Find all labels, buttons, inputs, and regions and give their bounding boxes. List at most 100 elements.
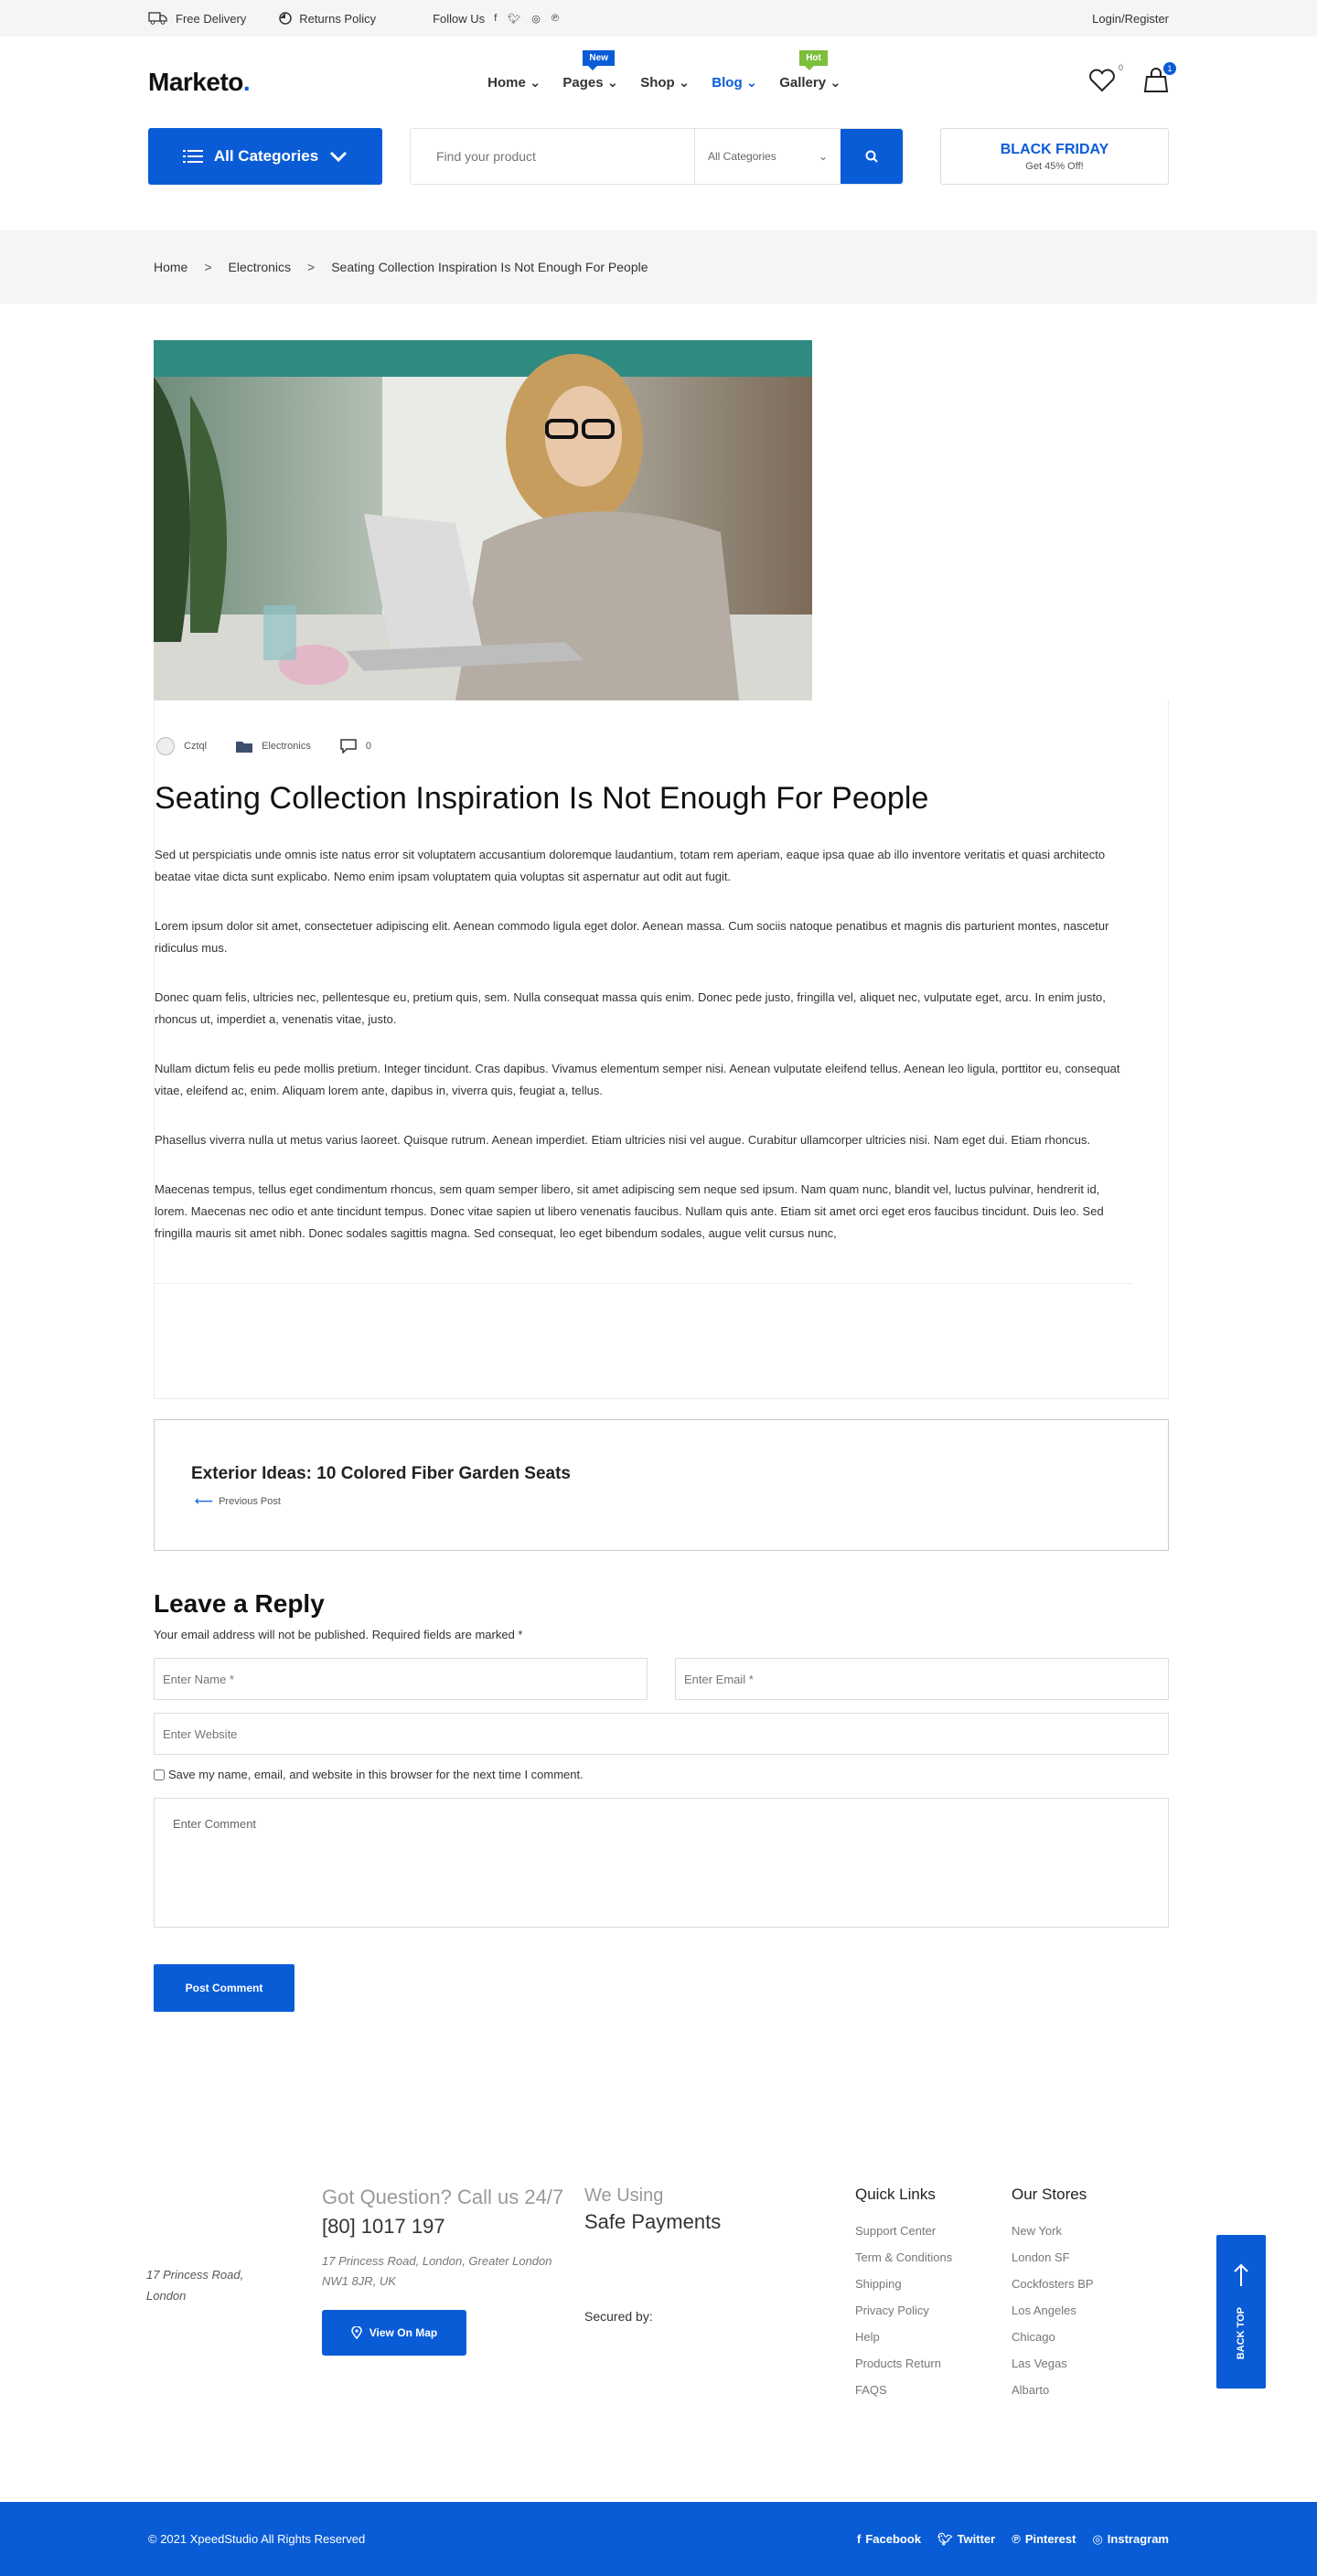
comment-field[interactable]: Enter Comment [154, 1798, 1169, 1928]
footer-link[interactable]: Products Return [855, 2357, 952, 2370]
post-paragraph: Sed ut perspiciatis unde omnis iste natu… [155, 848, 1106, 883]
footer-link[interactable]: Privacy Policy [855, 2303, 952, 2317]
store-link[interactable]: Albarto [1012, 2383, 1094, 2397]
nav-pages[interactable]: New Pages ⌄ [562, 50, 619, 91]
store-link[interactable]: Los Angeles [1012, 2303, 1094, 2317]
pinterest-icon: ℗ [1012, 2532, 1021, 2546]
footer-pinterest-link[interactable]: ℗ Pinterest [1012, 2532, 1076, 2547]
all-categories-button[interactable]: All Categories [148, 128, 382, 185]
heart-icon [1089, 69, 1115, 91]
store-link[interactable]: Las Vegas [1012, 2357, 1094, 2370]
chevron-down-icon: ⌄ [529, 75, 541, 91]
store-link[interactable]: London SF [1012, 2250, 1094, 2264]
previous-post-link[interactable]: ⟵ Previous Post [191, 1493, 1168, 1509]
comment-count: 0 [365, 741, 371, 752]
black-friday-promo[interactable]: BLACK FRIDAY Get 45% Off! [940, 128, 1169, 185]
list-icon [182, 150, 203, 163]
footer-link[interactable]: Help [855, 2330, 952, 2344]
previous-post-card[interactable]: Exterior Ideas: 10 Colored Fiber Garden … [154, 1419, 1169, 1551]
chevron-down-icon: ⌄ [678, 75, 691, 91]
avatar [156, 737, 175, 755]
nav-gallery[interactable]: Hot Gallery ⌄ [779, 50, 841, 91]
blog-post: Cztql Electronics 0 Seating Collection I… [148, 340, 1169, 2012]
website-field[interactable] [154, 1713, 1169, 1755]
cart-button[interactable]: 1 [1143, 61, 1176, 98]
chevron-down-icon: ⌄ [745, 75, 758, 91]
search-button[interactable] [841, 129, 903, 184]
name-field[interactable] [154, 1658, 648, 1700]
footer-instagram-link[interactable]: ◎ Instragram [1092, 2532, 1169, 2547]
secured-by-label: Secured by: [584, 2309, 653, 2324]
returns-policy-label: Returns Policy [299, 11, 377, 26]
wishlist-count: 0 [1118, 62, 1123, 72]
arrow-left-icon: ⟵ [195, 1493, 214, 1508]
main-nav: Home ⌄ New Pages ⌄ Shop ⌄ Blog ⌄ Hot Gallery ⌄ [487, 50, 841, 91]
nav-shop[interactable]: Shop ⌄ [640, 74, 690, 91]
returns-policy[interactable]: Returns Policy [279, 12, 376, 26]
reply-form: Leave a Reply Your email address will no… [148, 1589, 1169, 2012]
footer-phone[interactable]: [80] 1017 197 [322, 2215, 569, 2239]
footer-link[interactable]: Support Center [855, 2224, 952, 2238]
post-category[interactable]: Electronics [262, 741, 311, 752]
truck-icon [148, 12, 167, 25]
back-to-top-button[interactable]: BACK TOP [1216, 2235, 1266, 2389]
post-comment-button[interactable]: Post Comment [154, 1964, 294, 2012]
search-input[interactable] [411, 129, 694, 184]
footer-link[interactable]: FAQS [855, 2383, 952, 2397]
footer-address: 17 Princess Road, London, Greater London… [322, 2254, 552, 2288]
breadcrumb-separator: > [204, 260, 212, 274]
previous-post-title[interactable]: Exterior Ideas: 10 Colored Fiber Garden … [191, 1464, 1168, 1484]
breadcrumb-home[interactable]: Home [154, 260, 187, 274]
footer-link[interactable]: Term & Conditions [855, 2250, 952, 2264]
nav-blog[interactable]: Blog ⌄ [712, 74, 757, 91]
safe-payments-label: Safe Payments [584, 2210, 722, 2233]
promo-title: BLACK FRIDAY [1000, 141, 1109, 157]
footer-facebook-link[interactable]: f Facebook [857, 2532, 921, 2547]
search-box: All Categories ⌄ [410, 128, 904, 185]
store-link[interactable]: New York [1012, 2224, 1094, 2238]
breadcrumb-electronics[interactable]: Electronics [229, 260, 291, 274]
our-stores-title: Our Stores [1012, 2186, 1087, 2203]
chevron-down-icon: ⌄ [606, 75, 619, 91]
copyright-text: © 2021 XpeedStudio All Rights Reserved [148, 2532, 366, 2546]
store-link[interactable]: Chicago [1012, 2330, 1094, 2344]
footer-twitter-link[interactable]: 🐦︎ Twitter [937, 2532, 995, 2547]
post-meta: Cztql Electronics 0 [155, 737, 1168, 755]
facebook-icon: f [857, 2532, 862, 2546]
copyright-bar: © 2021 XpeedStudio All Rights Reserved f… [0, 2502, 1317, 2576]
view-on-map-button[interactable]: View On Map [322, 2310, 466, 2356]
we-using-label: We Using [584, 2186, 664, 2206]
post-card: Cztql Electronics 0 Seating Collection I… [154, 700, 1169, 1399]
breadcrumb-current: Seating Collection Inspiration Is Not En… [331, 260, 648, 274]
login-register-link[interactable]: Login/Register [1092, 12, 1169, 26]
post-featured-image [154, 340, 812, 700]
save-info-checkbox[interactable] [154, 1769, 165, 1780]
free-delivery-label: Free Delivery [176, 11, 247, 26]
divider [155, 1283, 1133, 1284]
comment-icon [340, 739, 357, 754]
store-link[interactable]: Cockfosters BP [1012, 2277, 1094, 2291]
twitter-icon[interactable]: 🐦︎ [508, 13, 520, 25]
post-paragraph: Lorem ipsum dolor sit amet, consectetuer… [155, 919, 1109, 955]
footer-link[interactable]: Shipping [855, 2277, 952, 2291]
logo[interactable]: Marketo. [148, 68, 251, 97]
post-author[interactable]: Cztql [184, 741, 207, 752]
footer-quick-links: Quick Links Support Center Term & Condit… [855, 2186, 952, 2410]
post-paragraph: Phasellus viverra nulla ut metus varius … [155, 1133, 1091, 1147]
footer-question: Got Question? Call us 24/7 [322, 2186, 564, 2208]
nav-home[interactable]: Home ⌄ [487, 74, 541, 91]
category-select[interactable]: All Categories ⌄ [694, 129, 841, 184]
reply-note: Your email address will not be published… [154, 1628, 523, 1641]
instagram-icon[interactable]: ◎ [531, 13, 541, 25]
search-row: All Categories All Categories ⌄ BLACK FR… [0, 128, 1317, 185]
facebook-icon[interactable]: f [494, 13, 497, 25]
pinterest-icon[interactable]: ℗ [551, 13, 559, 25]
wishlist-button[interactable]: 0 [1088, 63, 1123, 97]
footer-payments: We Using Safe Payments Secured by: [584, 2186, 721, 2324]
email-field[interactable] [675, 1658, 1169, 1700]
new-badge: New [583, 50, 615, 70]
post-paragraph: Donec quam felis, ultricies nec, pellent… [155, 990, 1106, 1026]
free-delivery[interactable]: Free Delivery [148, 12, 246, 26]
chevron-down-icon: ⌄ [818, 150, 828, 163]
breadcrumb: Home > Electronics > Seating Collection … [0, 230, 1317, 304]
